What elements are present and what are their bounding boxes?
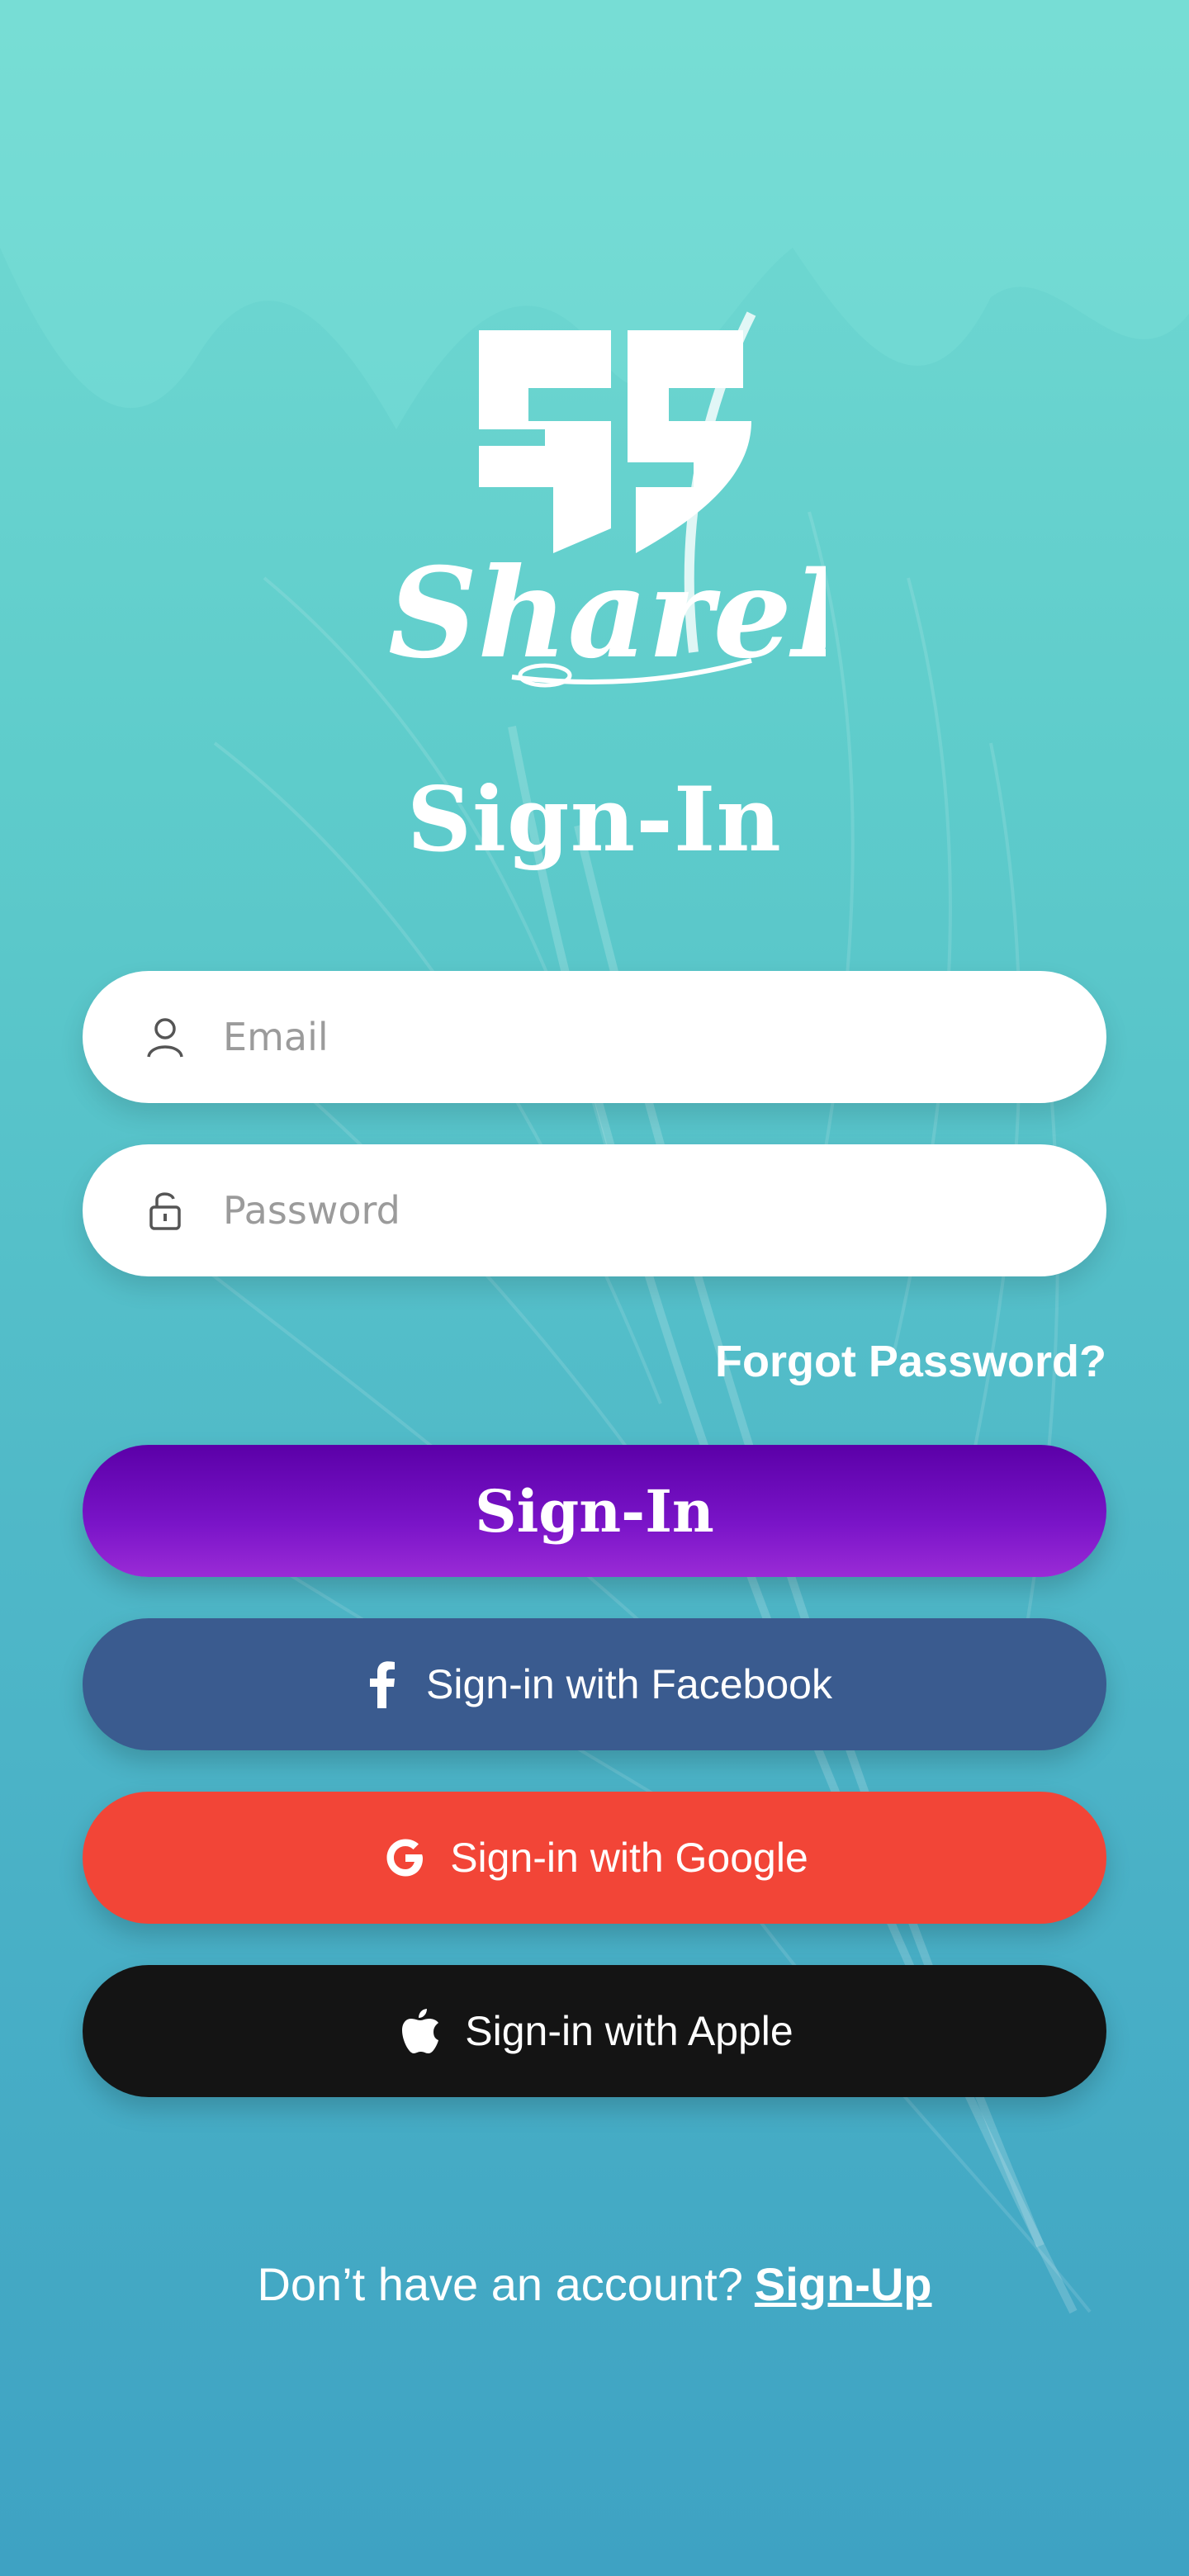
google-icon [381, 1833, 430, 1882]
facebook-icon [357, 1660, 406, 1709]
email-input[interactable] [221, 995, 1017, 1079]
apple-signin-button[interactable]: Sign-in with Apple [83, 1965, 1106, 2097]
unlock-icon [142, 1187, 188, 1234]
signin-button[interactable]: Sign-In [83, 1445, 1106, 1577]
google-signin-button[interactable]: Sign-in with Google [83, 1792, 1106, 1924]
google-signin-label: Sign-in with Google [450, 1835, 808, 1881]
user-icon [142, 1014, 188, 1060]
forgot-password-link[interactable]: Forgot Password? [715, 1336, 1106, 1387]
facebook-signin-button[interactable]: Sign-in with Facebook [83, 1618, 1106, 1750]
apple-signin-label: Sign-in with Apple [465, 2008, 793, 2054]
shareit-logo-icon: ShareIt [388, 311, 907, 688]
signup-prompt: Don’t have an account? Sign-Up [0, 2257, 1189, 2311]
brand-wordmark: ShareIt [388, 541, 826, 686]
page-title: Sign-In [407, 768, 782, 872]
facebook-signin-label: Sign-in with Facebook [426, 1661, 832, 1707]
email-field-container[interactable] [83, 971, 1106, 1103]
signup-link[interactable]: Sign-Up [755, 2258, 932, 2310]
apple-icon [396, 2006, 445, 2056]
password-input[interactable] [221, 1168, 1017, 1252]
password-field-container[interactable] [83, 1144, 1106, 1276]
signup-question: Don’t have an account? [257, 2258, 743, 2310]
brand-logo: ShareIt [363, 297, 907, 702]
